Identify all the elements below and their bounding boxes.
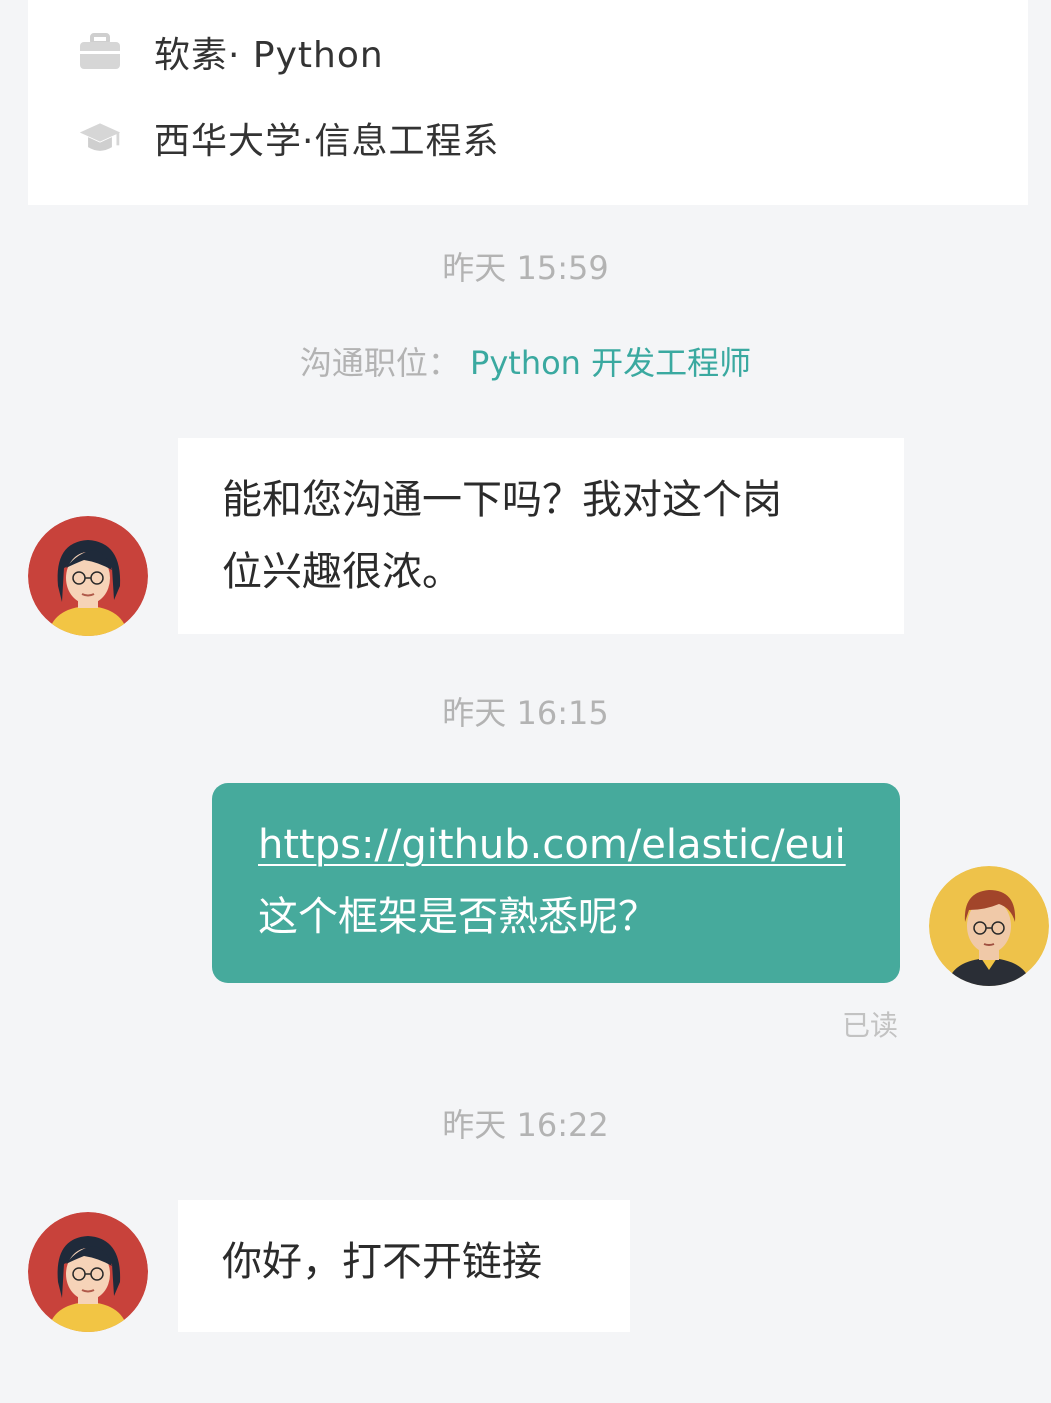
chat-screen: 软素· Python 西华大学·信息工程系 昨天 15:59 沟通职位： Pyt…	[0, 0, 1051, 1403]
school-info-row: 西华大学·信息工程系	[78, 108, 499, 168]
candidate-avatar[interactable]	[28, 516, 148, 636]
message-text-line: 位兴趣很浓。	[222, 549, 462, 595]
briefcase-icon	[78, 30, 122, 74]
school-info-text: 西华大学·信息工程系	[154, 121, 500, 162]
outgoing-message: https://github.com/elastic/eui 这个框架是否熟悉呢…	[212, 783, 900, 983]
message-link[interactable]: https://github.com/elastic/eui	[258, 809, 860, 881]
incoming-message: 能和您沟通一下吗？我对这个岗 位兴趣很浓。	[178, 438, 904, 634]
timestamp: 昨天 16:22	[442, 1106, 609, 1144]
job-info-row: 软素· Python	[78, 22, 384, 82]
profile-card: 软素· Python 西华大学·信息工程系	[28, 0, 1028, 205]
job-info-text: 软素· Python	[154, 35, 384, 76]
position-label: 沟通职位：	[299, 344, 460, 382]
timestamp: 昨天 15:59	[442, 249, 609, 287]
chat-position: 沟通职位： Python 开发工程师	[0, 338, 1051, 384]
read-status: 已读	[842, 1009, 899, 1042]
message-text-line: 这个框架是否熟悉呢？	[258, 894, 658, 940]
incoming-message: 你好，打不开链接	[178, 1200, 630, 1332]
timestamp: 昨天 16:15	[442, 694, 609, 732]
position-link[interactable]: Python 开发工程师	[470, 344, 751, 382]
candidate-avatar[interactable]	[28, 1212, 148, 1332]
message-text-line: 能和您沟通一下吗？我对这个岗	[222, 477, 782, 523]
graduation-cap-icon	[78, 116, 122, 160]
recruiter-avatar[interactable]	[929, 866, 1049, 986]
message-text-line: 你好，打不开链接	[222, 1239, 542, 1285]
